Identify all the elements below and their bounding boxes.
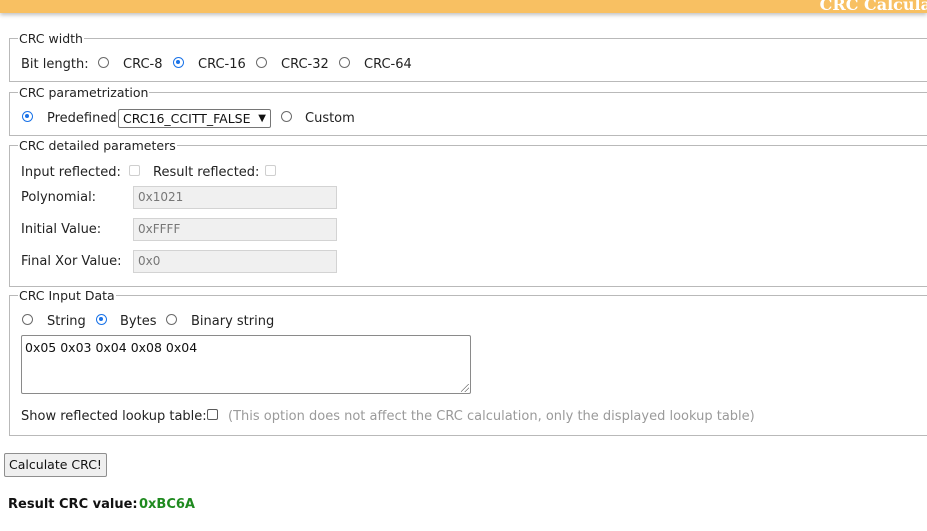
crc-detailed-legend: CRC detailed parameters	[19, 138, 176, 153]
binary-string-radio[interactable]	[166, 314, 177, 325]
page-title: CRC Calcula	[819, 0, 927, 13]
predefined-label[interactable]: Predefined	[47, 111, 117, 126]
polynomial-field[interactable]: 0x1021	[133, 186, 337, 209]
crc16-label[interactable]: CRC-16	[198, 57, 246, 72]
crc8-label[interactable]: CRC-8	[123, 57, 163, 72]
initial-value-field[interactable]: 0xFFFF	[133, 218, 337, 241]
input-reflected-label: Input reflected:	[21, 165, 121, 180]
crc16-radio[interactable]	[173, 57, 184, 68]
string-radio[interactable]	[22, 314, 33, 325]
crc-input-legend: CRC Input Data	[19, 288, 115, 303]
custom-label[interactable]: Custom	[305, 111, 355, 126]
string-label[interactable]: String	[47, 314, 86, 329]
input-data-text: 0x05 0x03 0x04 0x08 0x04	[25, 340, 198, 355]
predefined-select[interactable]: CRC16_CCITT_FALSE ▼	[118, 109, 271, 128]
polynomial-label: Polynomial:	[21, 190, 97, 205]
binary-string-label[interactable]: Binary string	[191, 314, 274, 329]
crc-width-legend: CRC width	[19, 31, 83, 46]
result-reflected-label: Result reflected:	[153, 165, 260, 180]
custom-radio[interactable]	[281, 111, 292, 122]
header-bar: CRC Calcula	[0, 0, 927, 13]
crc-parametrization-legend: CRC parametrization	[19, 85, 149, 100]
bytes-label[interactable]: Bytes	[120, 314, 156, 329]
final-xor-label: Final Xor Value:	[21, 254, 122, 269]
crc8-radio[interactable]	[98, 57, 109, 68]
initial-value-label: Initial Value:	[21, 222, 102, 237]
final-xor-field[interactable]: 0x0	[133, 250, 337, 273]
resize-handle-icon[interactable]	[461, 384, 469, 392]
lookup-table-checkbox[interactable]	[207, 409, 218, 420]
crc32-radio[interactable]	[256, 57, 267, 68]
result-reflected-checkbox[interactable]	[265, 165, 276, 176]
crc64-radio[interactable]	[339, 57, 350, 68]
crc64-label[interactable]: CRC-64	[364, 57, 412, 72]
lookup-table-label: Show reflected lookup table:	[21, 409, 207, 424]
bytes-radio[interactable]	[96, 314, 107, 325]
bit-length-label: Bit length:	[21, 57, 89, 72]
result-value: 0xBC6A	[139, 497, 195, 512]
predefined-select-value: CRC16_CCITT_FALSE	[123, 111, 251, 126]
input-reflected-checkbox[interactable]	[129, 165, 140, 176]
calculate-button[interactable]: Calculate CRC!	[4, 453, 107, 477]
crc32-label[interactable]: CRC-32	[281, 57, 329, 72]
lookup-table-hint: (This option does not affect the CRC cal…	[228, 409, 755, 424]
chevron-down-icon: ▼	[258, 113, 266, 124]
predefined-radio[interactable]	[22, 111, 33, 122]
result-label: Result CRC value:	[8, 497, 138, 512]
input-data-textarea[interactable]: 0x05 0x03 0x04 0x08 0x04	[21, 335, 471, 394]
